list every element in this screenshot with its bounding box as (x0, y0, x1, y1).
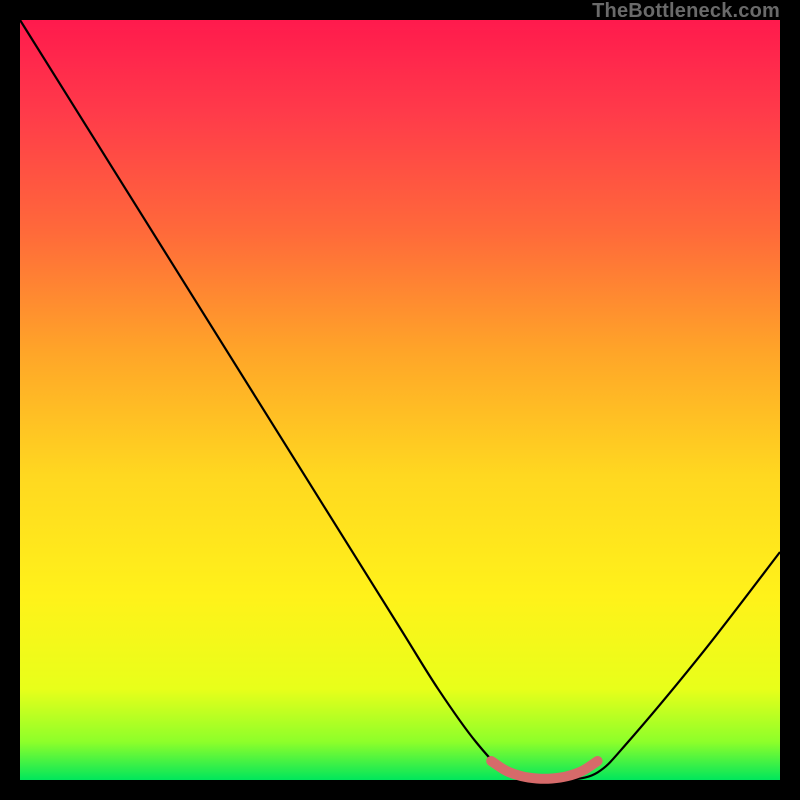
chart-frame: TheBottleneck.com (0, 0, 800, 800)
watermark: TheBottleneck.com (592, 0, 780, 23)
bottleneck-curve (20, 20, 780, 781)
optimal-range-marker (491, 761, 597, 779)
curve-layer (20, 20, 780, 780)
